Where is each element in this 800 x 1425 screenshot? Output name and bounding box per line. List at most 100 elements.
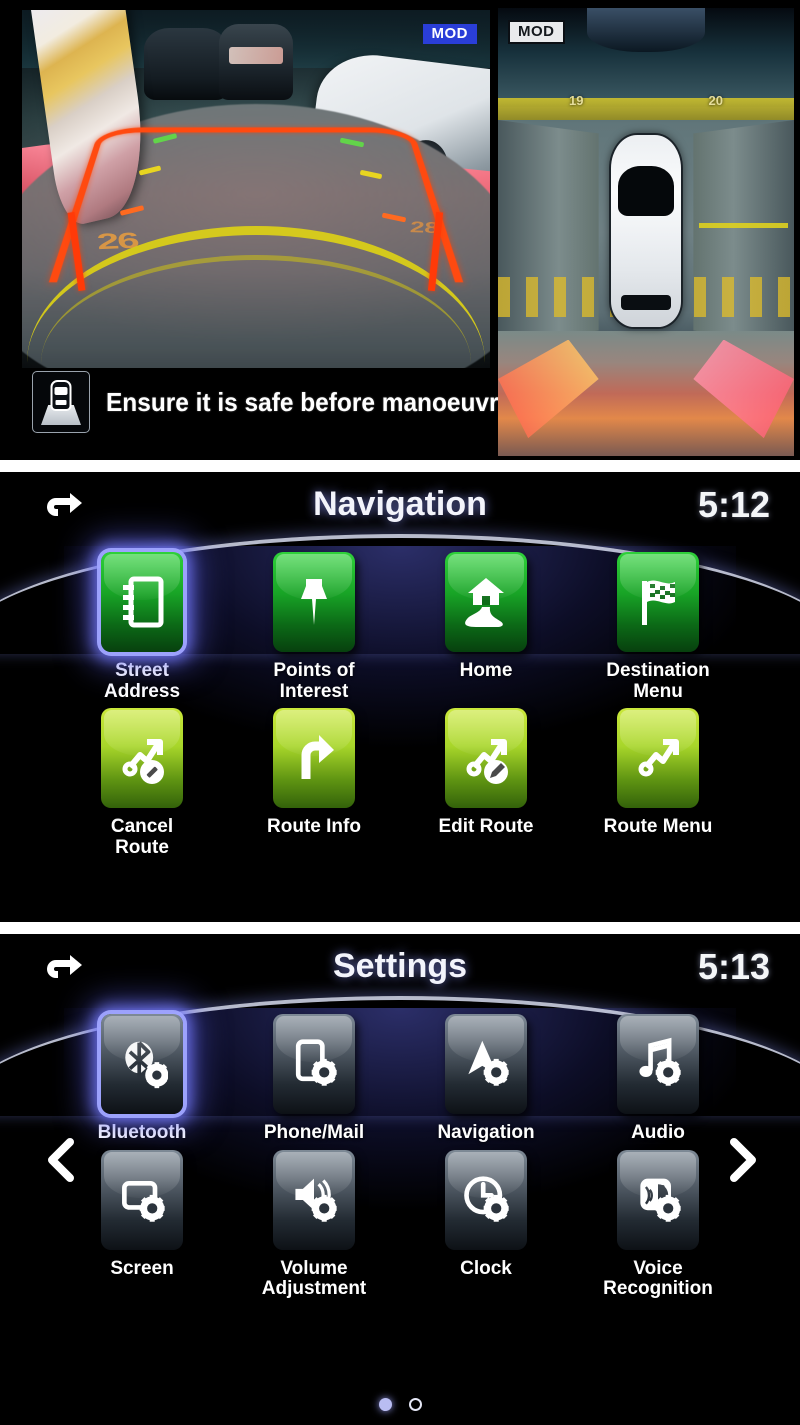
tile-route-info[interactable]: Route Info xyxy=(228,708,400,858)
tile-surface xyxy=(101,708,183,809)
route-cancel-icon xyxy=(122,739,164,785)
safety-warning-text: Ensure it is safe before manoeuvring. xyxy=(106,386,542,417)
parking-guideline-overlay: 26 28 xyxy=(22,10,490,370)
tile-label-line1: Screen xyxy=(110,1257,174,1279)
tile-label-line1: Cancel xyxy=(110,816,174,838)
mod-badge-topview: MOD xyxy=(508,20,565,45)
tile-phone-mail[interactable]: Phone/Mail xyxy=(228,1014,400,1144)
tile-destination-menu[interactable]: Destination Menu xyxy=(572,552,744,702)
tile-label-line1: Street xyxy=(115,660,169,681)
tile-label-line1: Destination xyxy=(606,660,710,681)
bluetooth-gear-icon xyxy=(125,1041,168,1089)
around-view-monitor-panel: 26 28 MOD Ensure it is safe before manoe… xyxy=(0,0,800,460)
tile-label: Points of Interest xyxy=(273,660,355,702)
tile-label: Route Info xyxy=(267,816,361,838)
tile-label-line1: Home xyxy=(459,660,513,681)
map-pin-icon xyxy=(301,579,327,625)
tile-screen[interactable]: Screen xyxy=(56,1149,228,1300)
route-edit-icon xyxy=(466,739,508,785)
tile-voice-recognition[interactable]: Voice Recognition xyxy=(572,1149,744,1300)
tile-label-line2: Recognition xyxy=(603,1278,713,1300)
tile-label: Phone/Mail xyxy=(263,1122,365,1144)
mod-badge-rear: MOD xyxy=(422,24,477,44)
tile-label-line2: Menu xyxy=(633,680,683,702)
voice-gear-icon xyxy=(640,1178,681,1222)
tile-label: Bluetooth xyxy=(97,1122,187,1144)
checkered-flag-icon xyxy=(642,580,675,625)
home-road-icon xyxy=(465,578,504,627)
tile-street-address[interactable]: Street Address xyxy=(56,552,228,702)
tile-label: Route Menu xyxy=(603,816,713,838)
tile-surface xyxy=(617,708,699,809)
ego-vehicle-overlay xyxy=(609,133,683,330)
tile-label: Street Address xyxy=(104,660,180,702)
parking-band xyxy=(498,97,794,120)
tile-edit-route[interactable]: Edit Route xyxy=(400,708,572,858)
tile-cancel-route[interactable]: Cancel Route xyxy=(56,708,228,858)
tile-label-line1: Bluetooth xyxy=(97,1122,187,1143)
tile-label: Screen xyxy=(110,1257,174,1280)
tile-surface xyxy=(101,1149,183,1250)
page-dot-2[interactable] xyxy=(408,1398,422,1411)
page-title: Navigation xyxy=(313,485,487,523)
tile-label-line2: Adjustment xyxy=(261,1278,367,1300)
tile-label: Edit Route xyxy=(438,816,534,838)
tile-label-line2: Interest xyxy=(279,680,349,702)
car-proximity-icon xyxy=(32,371,90,433)
tile-surface xyxy=(273,1149,355,1250)
tile-label-line2: Route xyxy=(115,836,169,858)
rear-camera-view: 26 28 MOD xyxy=(22,10,490,370)
clock-display: 5:13 xyxy=(697,946,770,987)
speaker-gear-icon xyxy=(295,1178,337,1222)
tile-surface xyxy=(445,1014,527,1114)
tile-surface xyxy=(445,708,527,809)
tile-label: Destination Menu xyxy=(606,660,710,702)
tile-label: Home xyxy=(459,660,513,682)
tile-surface xyxy=(101,1014,183,1114)
trajectory-guide-lines xyxy=(49,127,463,282)
tile-surface xyxy=(617,552,699,652)
tile-label: Navigation xyxy=(437,1122,534,1144)
address-book-icon xyxy=(123,576,164,628)
tile-points-of-interest[interactable]: Points of Interest xyxy=(228,552,400,702)
tile-label-line1: Points of xyxy=(273,660,355,681)
panel-separator-1 xyxy=(0,460,800,472)
tile-label-line1: Voice xyxy=(633,1257,683,1279)
yellow-parking-line xyxy=(699,223,789,229)
phone-gear-icon xyxy=(295,1039,337,1086)
tile-audio[interactable]: Audio xyxy=(572,1014,744,1144)
clock-display: 5:12 xyxy=(697,484,770,525)
tile-label-line1: Route Menu xyxy=(603,816,713,838)
tile-label-line1: Phone/Mail xyxy=(263,1122,365,1143)
settings-tile-grid: Bluetooth Phone/Mail Navigation Audio Sc… xyxy=(0,1014,800,1300)
tile-surface xyxy=(617,1149,699,1250)
parking-slot-number-left: 19 xyxy=(569,93,584,109)
tile-surface xyxy=(273,708,355,809)
tile-route-menu[interactable]: Route Menu xyxy=(572,708,744,858)
tile-clock[interactable]: Clock xyxy=(400,1149,572,1300)
tile-label-line1: Clock xyxy=(460,1257,512,1279)
tile-label: Volume Adjustment xyxy=(261,1257,367,1300)
parking-slot-number-right: 20 xyxy=(708,93,723,109)
tile-navigation-settings[interactable]: Navigation xyxy=(400,1014,572,1144)
tile-label-line1: Edit Route xyxy=(438,816,534,838)
screenshot-root: 26 28 MOD Ensure it is safe before manoe… xyxy=(0,0,800,1425)
tile-label-line1: Volume xyxy=(280,1257,348,1279)
settings-screen: Settings 5:13 Bluetooth Phone/Mail Navig… xyxy=(0,934,800,1425)
tile-label: Cancel Route xyxy=(110,816,174,858)
tile-home[interactable]: Home xyxy=(400,552,572,702)
tile-label-line1: Route Info xyxy=(267,816,361,838)
navigation-tile-grid: Street Address Points of Interest Home D… xyxy=(0,552,800,858)
navigation-header: Navigation 5:12 xyxy=(0,472,800,544)
tile-label: Audio xyxy=(631,1122,685,1144)
page-indicator xyxy=(0,1398,800,1411)
navigation-screen: Navigation 5:12 Street Address Points of… xyxy=(0,472,800,922)
tile-surface xyxy=(445,552,527,652)
tile-label-line1: Audio xyxy=(631,1122,685,1143)
clock-gear-icon xyxy=(464,1175,509,1222)
tile-volume-adjustment[interactable]: Volume Adjustment xyxy=(228,1149,400,1300)
panel-separator-2 xyxy=(0,922,800,934)
page-dot-1[interactable] xyxy=(378,1398,392,1411)
tile-surface xyxy=(273,1014,355,1114)
tile-bluetooth[interactable]: Bluetooth xyxy=(56,1014,228,1144)
